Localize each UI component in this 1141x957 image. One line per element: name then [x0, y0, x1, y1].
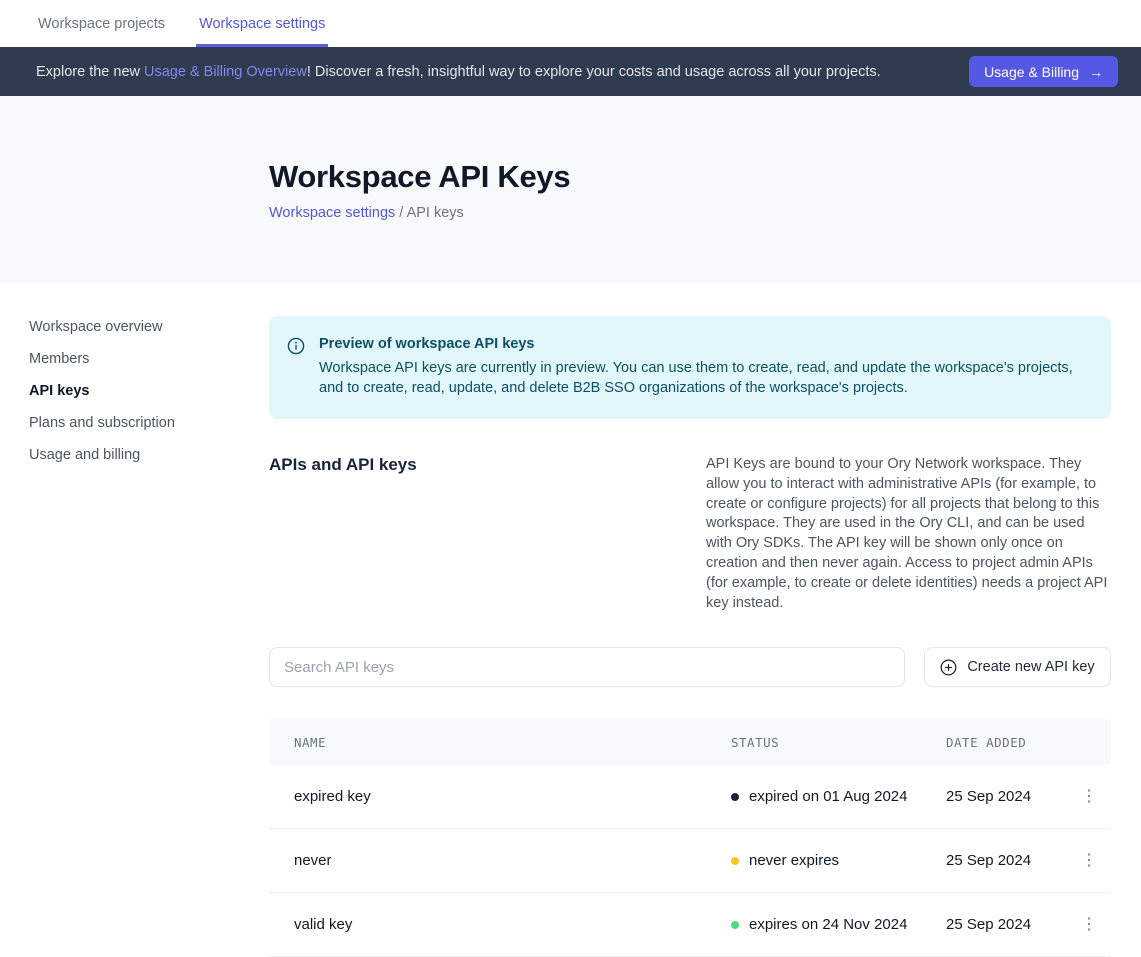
breadcrumb-workspace-settings-link[interactable]: Workspace settings: [269, 205, 395, 221]
announcement-banner: Explore the new Usage & Billing Overview…: [0, 47, 1141, 96]
banner-text-before: Explore the new: [36, 64, 144, 80]
tab-label: Workspace projects: [38, 16, 165, 32]
breadcrumb-current: API keys: [407, 205, 464, 221]
top-nav-tab[interactable]: Workspace settings: [196, 0, 328, 47]
status-dot-icon: [731, 921, 739, 929]
main-area: Workspace overview Members API keys Plan…: [0, 283, 1141, 940]
sidebar-item-label: Usage and billing: [29, 447, 140, 463]
callout-title: Preview of workspace API keys: [319, 336, 1087, 352]
api-key-status-text: never expires: [749, 852, 839, 869]
page-title: Workspace API Keys: [269, 159, 1141, 195]
usage-billing-button-label: Usage & Billing: [984, 64, 1079, 80]
table-row: valid key expires on 24 Nov 2024 25 Sep …: [269, 893, 1111, 957]
top-nav-tab[interactable]: Workspace projects: [35, 0, 168, 47]
sidebar-item[interactable]: Plans and subscription: [29, 416, 249, 431]
api-key-name: valid key: [269, 916, 731, 933]
row-menu-kebab-icon[interactable]: ⋮: [1067, 789, 1111, 805]
section-heading: APIs and API keys: [269, 455, 417, 613]
api-key-date-added: 25 Sep 2024: [946, 916, 1067, 933]
api-key-status-text: expires on 24 Nov 2024: [749, 916, 907, 933]
section-description: API Keys are bound to your Ory Network w…: [706, 455, 1111, 613]
row-menu-kebab-icon[interactable]: ⋮: [1067, 853, 1111, 869]
api-key-date-added: 25 Sep 2024: [946, 852, 1067, 869]
callout-content: Preview of workspace API keys Workspace …: [319, 336, 1087, 398]
callout-body: Workspace API keys are currently in prev…: [319, 358, 1087, 398]
status-dot-icon: [731, 857, 739, 865]
row-menu-kebab-icon[interactable]: ⋮: [1067, 917, 1111, 933]
create-api-key-label: Create new API key: [967, 659, 1094, 675]
plus-circle-icon: [940, 659, 957, 676]
api-key-status-text: expired on 01 Aug 2024: [749, 788, 907, 805]
search-input[interactable]: [269, 647, 905, 687]
banner-text-after: ! Discover a fresh, insightful way to ex…: [307, 64, 881, 80]
page-header: Workspace API Keys Workspace settings / …: [0, 96, 1141, 283]
api-key-status-cell: expires on 24 Nov 2024: [731, 916, 946, 933]
api-keys-toolbar: Create new API key: [269, 647, 1111, 687]
sidebar-item[interactable]: Usage and billing: [29, 448, 249, 463]
breadcrumb: Workspace settings / API keys: [269, 205, 1141, 221]
sidebar-item-label: API keys: [29, 383, 89, 399]
sidebar-item-label: Plans and subscription: [29, 415, 175, 431]
settings-sidebar: Workspace overview Members API keys Plan…: [29, 320, 249, 463]
status-dot-icon: [731, 793, 739, 801]
api-key-status-cell: expired on 01 Aug 2024: [731, 788, 946, 805]
sidebar-item[interactable]: Members: [29, 352, 249, 367]
preview-callout: Preview of workspace API keys Workspace …: [269, 316, 1111, 419]
sidebar-item-label: Workspace overview: [29, 319, 163, 335]
api-key-status-cell: never expires: [731, 852, 946, 869]
api-keys-table: NAME STATUS DATE ADDED expired key expir…: [269, 719, 1111, 957]
column-header-status: STATUS: [731, 735, 946, 750]
usage-billing-overview-link[interactable]: Usage & Billing Overview: [144, 64, 307, 80]
content-column: Preview of workspace API keys Workspace …: [269, 283, 1111, 957]
api-key-name: never: [269, 852, 731, 869]
banner-text: Explore the new Usage & Billing Overview…: [36, 64, 969, 80]
sidebar-item-label: Members: [29, 351, 89, 367]
api-key-date-added: 25 Sep 2024: [946, 788, 1067, 805]
arrow-right-icon: →: [1089, 64, 1103, 80]
table-row: never never expires 25 Sep 2024 ⋮: [269, 829, 1111, 893]
usage-billing-button[interactable]: Usage & Billing →: [969, 56, 1118, 87]
info-icon: [287, 337, 305, 398]
breadcrumb-separator: /: [399, 205, 403, 221]
api-key-name: expired key: [269, 788, 731, 805]
top-navigation: Workspace projects Workspace settings: [0, 0, 1141, 47]
table-row: expired key expired on 01 Aug 2024 25 Se…: [269, 765, 1111, 829]
table-body: expired key expired on 01 Aug 2024 25 Se…: [269, 765, 1111, 957]
sidebar-item[interactable]: Workspace overview: [29, 320, 249, 335]
tab-label: Workspace settings: [199, 16, 325, 32]
table-header-row: NAME STATUS DATE ADDED: [269, 719, 1111, 765]
column-header-name: NAME: [269, 735, 731, 750]
create-api-key-button[interactable]: Create new API key: [924, 647, 1111, 687]
sidebar-item[interactable]: API keys: [29, 384, 249, 399]
apis-section: APIs and API keys API Keys are bound to …: [269, 455, 1111, 613]
column-header-date: DATE ADDED: [946, 735, 1067, 750]
